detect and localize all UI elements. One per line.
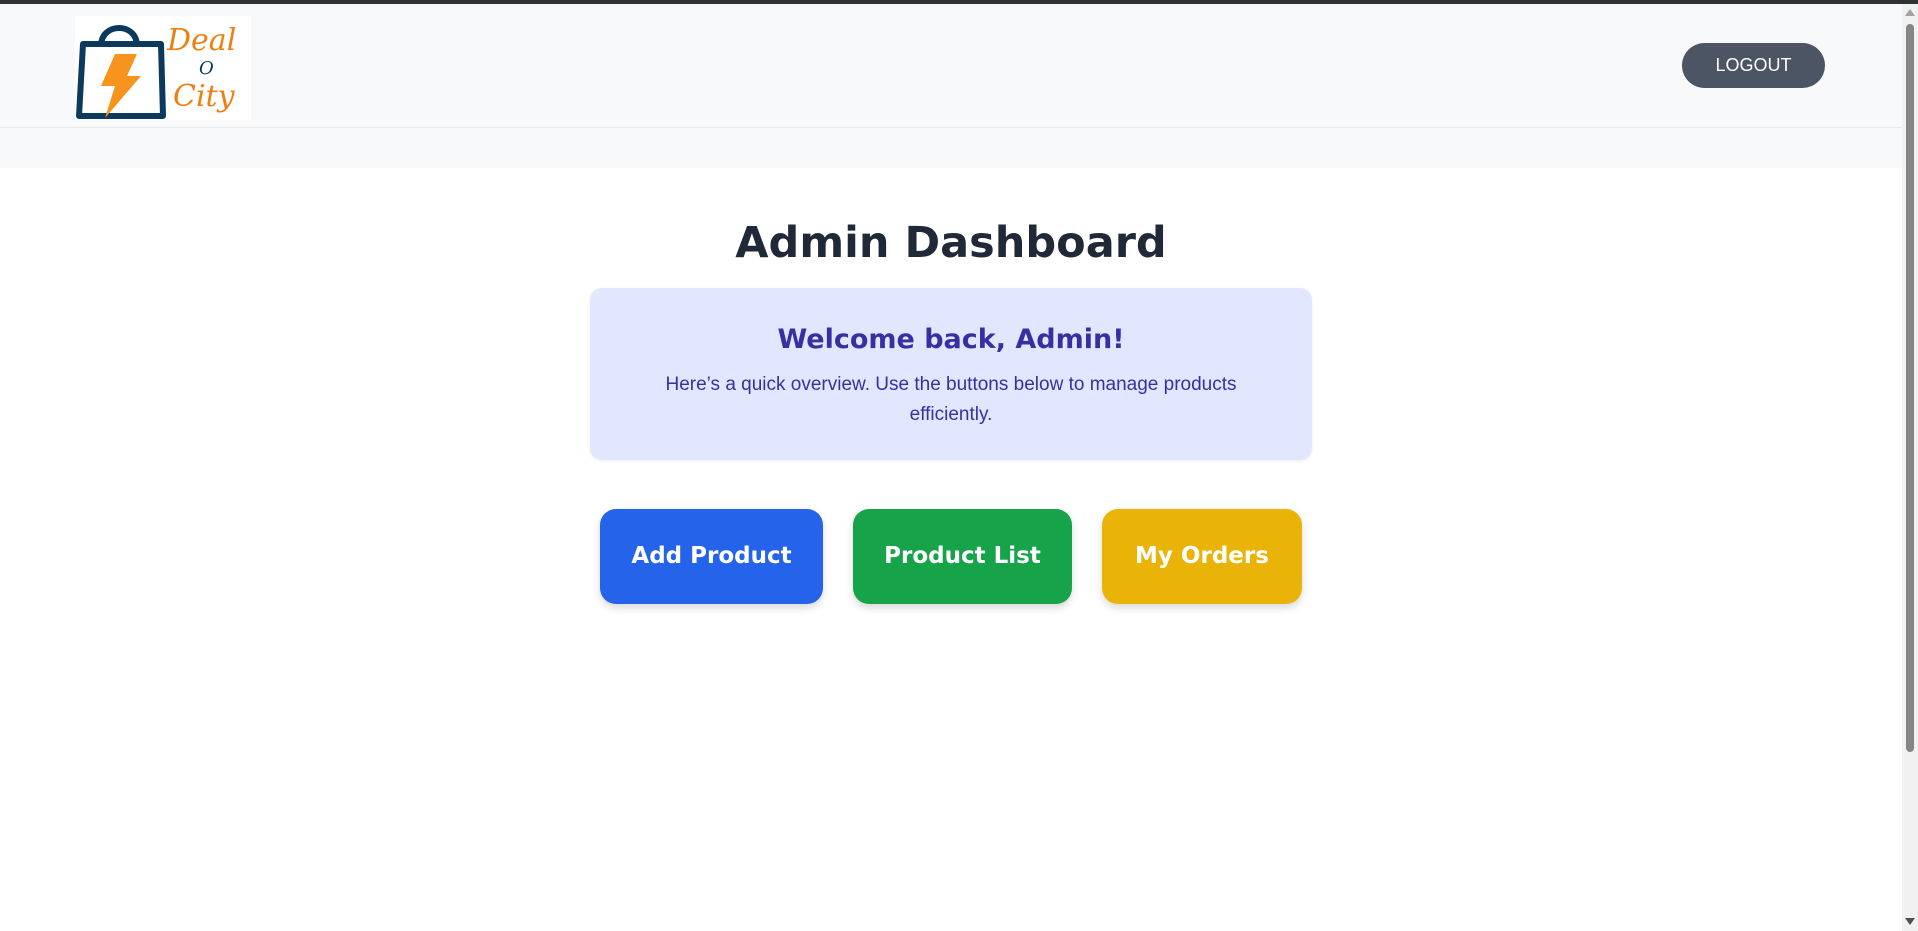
welcome-heading: Welcome back, Admin!: [777, 324, 1125, 355]
product-list-button[interactable]: Product List: [853, 509, 1072, 604]
logo-word-bottom: City: [173, 79, 236, 114]
add-product-button[interactable]: Add Product: [600, 509, 823, 604]
scroll-down-arrow-icon[interactable]: [1905, 918, 1915, 925]
logo-word-middle: O: [199, 58, 214, 79]
welcome-card: Welcome back, Admin! Here’s a quick over…: [590, 288, 1312, 460]
welcome-text: Here’s a quick overview. Use the buttons…: [665, 374, 1237, 425]
header-subbar: [0, 128, 1902, 168]
logo-word-top: Deal: [166, 23, 236, 58]
logout-button[interactable]: LOGOUT: [1682, 43, 1825, 88]
shopping-bag-lightning-icon: Deal O City: [76, 23, 236, 119]
page-scrollbar[interactable]: [1902, 4, 1918, 931]
brand-logo[interactable]: Deal O City: [75, 16, 251, 120]
site-header: Deal O City LOGOUT: [0, 4, 1902, 128]
scrollbar-thumb[interactable]: [1906, 24, 1914, 752]
my-orders-button[interactable]: My Orders: [1102, 509, 1302, 604]
scroll-up-arrow-icon[interactable]: [1905, 9, 1915, 16]
page-title: Admin Dashboard: [735, 218, 1167, 268]
